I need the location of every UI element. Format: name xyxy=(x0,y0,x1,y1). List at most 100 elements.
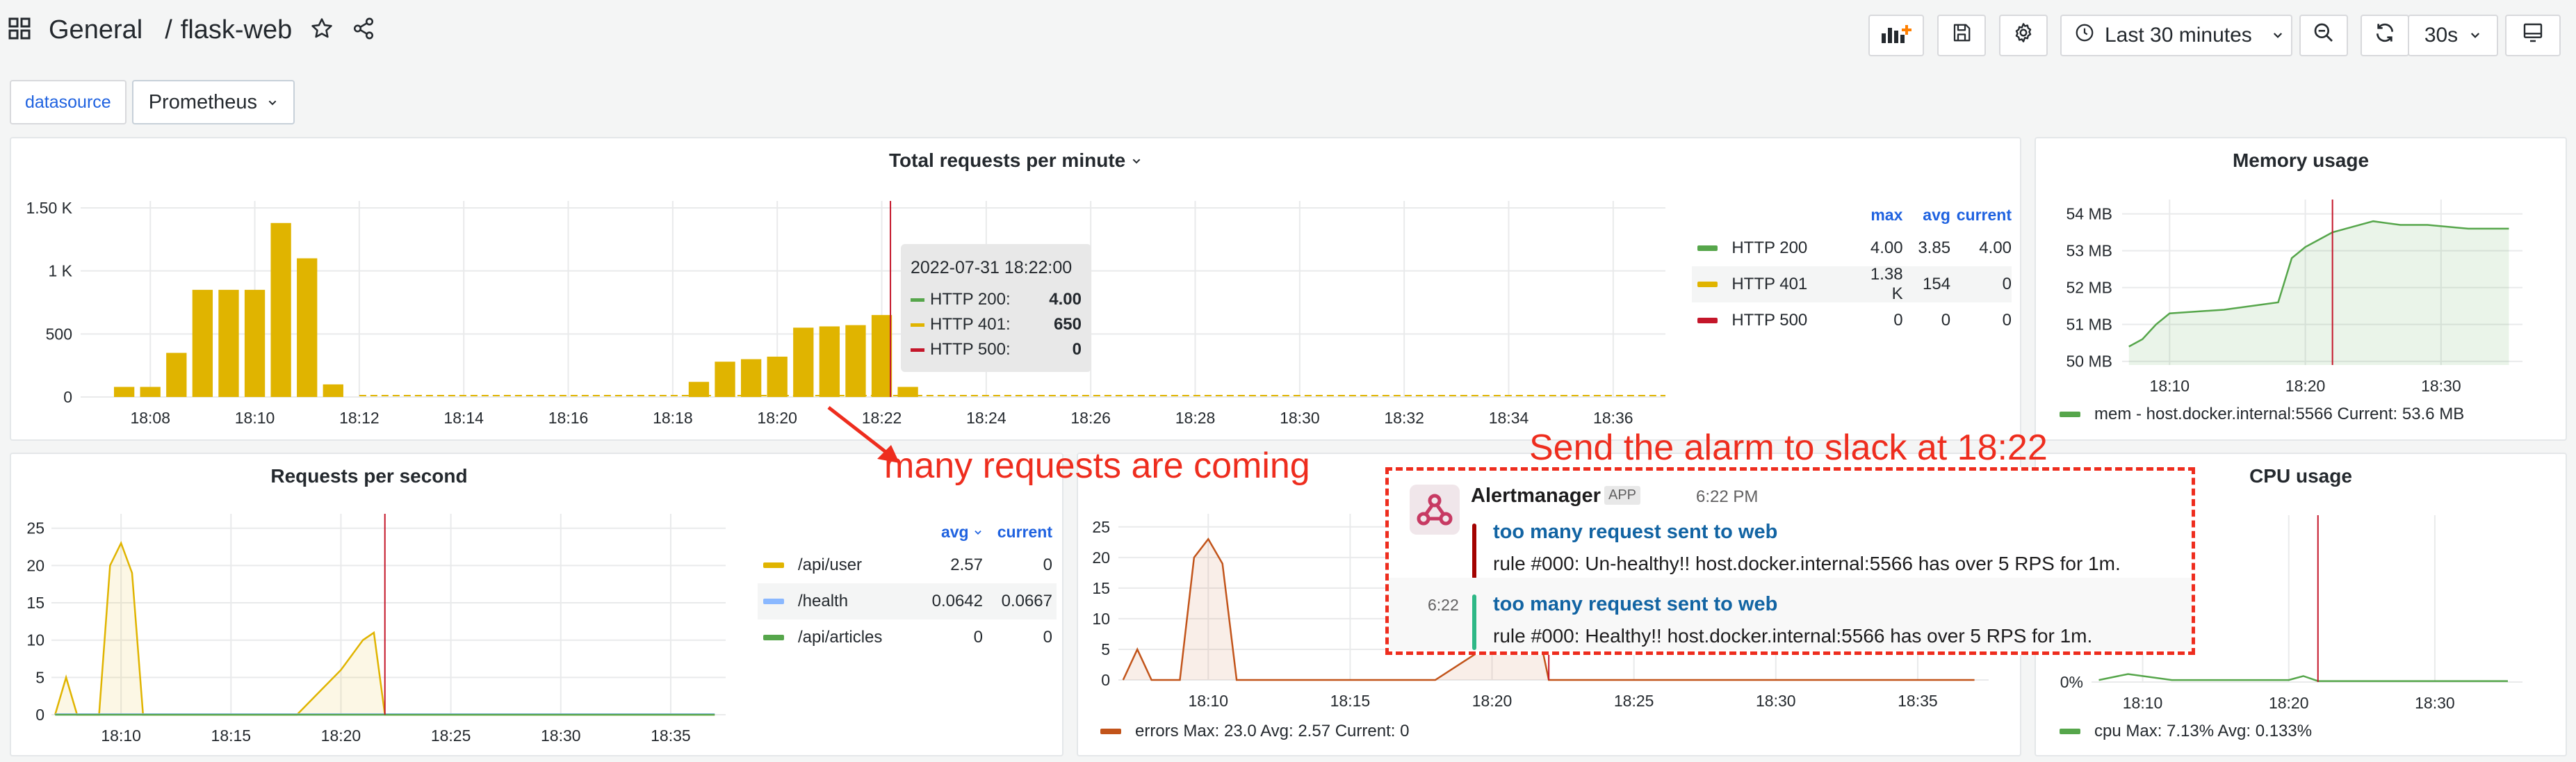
legend-row[interactable]: HTTP 200 4.00 3.85 4.00 xyxy=(1692,230,2012,266)
y-tick-label: 10 xyxy=(26,631,44,649)
slack-message[interactable]: too many request sent to web rule #000: U… xyxy=(1389,500,2192,579)
tooltip-value: 4.00 xyxy=(1049,290,1082,309)
tv-mode-button[interactable] xyxy=(2505,15,2561,56)
legend-series-name: HTTP 500 xyxy=(1731,311,1808,330)
bar-http-401[interactable] xyxy=(140,387,161,397)
dashboard-header: General / flask-web Last 30 minutes 30s xyxy=(0,0,2576,72)
panel-requests-per-second: Requests per second 0 5 10 15 20 25 18:10 18:15… xyxy=(10,453,1063,756)
legend-row[interactable]: HTTP 500 0 0 0 xyxy=(1692,302,2012,339)
legend-value-avg: 154 xyxy=(1923,275,1951,293)
y-tick-label: 1 K xyxy=(48,262,72,280)
tooltip-label: HTTP 500: xyxy=(930,340,1011,359)
tooltip-row: HTTP 200: 4.00 xyxy=(911,287,1082,312)
bar-http-401[interactable] xyxy=(244,289,266,397)
legend-label: cpu Max: 7.13% Avg: 0.133% xyxy=(2094,722,2313,740)
legend-header-avg[interactable]: avg xyxy=(1902,206,1950,225)
memory-legend[interactable]: mem - host.docker.internal:5566 Current:… xyxy=(2060,405,2464,424)
slack-attachment-title[interactable]: too many request sent to web xyxy=(1493,593,1777,616)
legend-series-name: /health xyxy=(798,592,849,610)
total-requests-chart[interactable]: 0 500 1 K 1.50 K 18:08 18:10 18:12 18:14 18:16 18… xyxy=(11,138,1679,442)
bar-http-401[interactable] xyxy=(192,289,213,397)
tooltip-label: HTTP 401: xyxy=(930,315,1011,334)
legend-swatch xyxy=(1697,245,1718,251)
series-line[interactable] xyxy=(2098,673,2508,682)
refresh-interval-picker[interactable]: 30s xyxy=(2408,15,2498,56)
bar-http-401[interactable] xyxy=(297,258,318,397)
zoom-out-button[interactable] xyxy=(2299,15,2348,56)
memory-usage-chart[interactable]: 50 MB 51 MB 52 MB 53 MB 54 MB 18:10 18:20 18:30 xyxy=(2036,138,2568,403)
errors-legend[interactable]: errors Max: 23.0 Avg: 2.57 Current: 0 xyxy=(1100,722,1409,741)
y-tick-label: 15 xyxy=(26,594,44,612)
legend-header-avg[interactable]: avg xyxy=(913,523,983,542)
legend-row[interactable]: /api/user 2.57 0 xyxy=(758,547,1057,583)
apps-icon[interactable] xyxy=(8,17,31,43)
breadcrumb-folder[interactable]: General xyxy=(49,15,142,45)
slack-message[interactable]: 6:22 too many request sent to web rule #00… xyxy=(1389,578,2192,650)
legend-row[interactable]: /api/articles 0 0 xyxy=(758,619,1057,656)
time-range-picker[interactable]: Last 30 minutes xyxy=(2060,15,2292,56)
chevron-down-icon xyxy=(267,91,278,114)
bar-http-401[interactable] xyxy=(767,356,788,397)
legend-header-current[interactable]: current xyxy=(983,523,1052,542)
legend-swatch xyxy=(1697,318,1718,323)
legend-label: errors Max: 23.0 Avg: 2.57 Current: 0 xyxy=(1135,722,1410,740)
bar-http-401[interactable] xyxy=(688,382,710,397)
y-tick-label: 15 xyxy=(1092,579,1110,597)
bar-http-401[interactable] xyxy=(871,315,892,397)
dashboard-title[interactable]: flask-web xyxy=(181,15,293,45)
legend-header: max avg current xyxy=(1692,200,2012,230)
settings-button[interactable] xyxy=(1999,15,2048,56)
add-panel-button[interactable] xyxy=(1868,15,1924,56)
x-tick-label: 18:14 xyxy=(443,409,484,427)
legend-header-max[interactable]: max xyxy=(1855,206,1902,225)
legend-value-avg: 3.85 xyxy=(1918,238,1951,257)
slack-message-time[interactable]: 6:22 xyxy=(1428,596,1459,615)
datasource-variable-label: datasource xyxy=(10,80,127,124)
x-tick-label: 18:30 xyxy=(541,727,581,745)
bar-http-401[interactable] xyxy=(113,387,135,397)
zoom-out-icon xyxy=(2313,22,2335,49)
cpu-legend[interactable]: cpu Max: 7.13% Avg: 0.133% xyxy=(2060,722,2312,741)
bar-http-401[interactable] xyxy=(819,326,840,397)
star-icon[interactable] xyxy=(310,17,334,44)
legend-header-current[interactable]: current xyxy=(1950,206,2012,225)
legend-value-avg: 0 xyxy=(973,628,983,647)
x-tick-label: 18:10 xyxy=(1189,692,1229,710)
bar-http-401[interactable] xyxy=(897,387,918,397)
legend-row[interactable]: HTTP 401 1.38 K 154 0 xyxy=(1692,265,2012,303)
legend-row[interactable]: /health 0.0642 0.0667 xyxy=(758,583,1057,619)
breadcrumb-separator: / xyxy=(165,15,172,44)
requests-per-second-chart[interactable]: 0 5 10 15 20 25 18:10 18:15 18:20 18:25 18:30 18:35 xyxy=(11,454,748,758)
chevron-down-icon xyxy=(2272,24,2284,47)
tooltip-label: HTTP 200: xyxy=(930,290,1011,309)
time-range-label: Last 30 minutes xyxy=(2105,24,2252,47)
x-tick-label: 18:15 xyxy=(211,727,252,745)
y-tick-label: 54 MB xyxy=(2066,205,2112,223)
bar-http-401[interactable] xyxy=(218,289,239,397)
y-tick-label: 10 xyxy=(1092,610,1110,628)
legend-value-current: 0.0667 xyxy=(1001,592,1052,610)
bar-http-401[interactable] xyxy=(715,362,735,397)
legend-value-current: 0 xyxy=(1043,628,1052,647)
y-tick-label: 1.50 K xyxy=(26,199,73,217)
slack-attachment-title[interactable]: too many request sent to web xyxy=(1493,521,1777,544)
share-icon[interactable] xyxy=(352,17,375,44)
legend-swatch xyxy=(2060,412,2080,417)
bar-http-401[interactable] xyxy=(270,222,291,397)
save-dashboard-button[interactable] xyxy=(1937,15,1986,56)
y-tick-label: 25 xyxy=(1092,518,1110,536)
legend-value-avg: 2.57 xyxy=(950,556,983,574)
legend-swatch xyxy=(763,635,784,640)
bar-http-401[interactable] xyxy=(793,327,814,397)
bar-http-401[interactable] xyxy=(740,359,762,397)
refresh-interval-label: 30s xyxy=(2424,24,2459,47)
bar-http-401[interactable] xyxy=(845,325,866,397)
datasource-variable-select[interactable]: Prometheus xyxy=(131,80,295,124)
refresh-button[interactable] xyxy=(2361,15,2409,56)
bar-http-401[interactable] xyxy=(323,384,343,397)
y-tick-label: 0% xyxy=(2060,673,2083,691)
legend-label: mem - host.docker.internal:5566 Current:… xyxy=(2094,405,2465,423)
tooltip-swatch xyxy=(911,298,924,302)
y-tick-label: 25 xyxy=(26,519,44,537)
bar-http-401[interactable] xyxy=(166,352,187,397)
